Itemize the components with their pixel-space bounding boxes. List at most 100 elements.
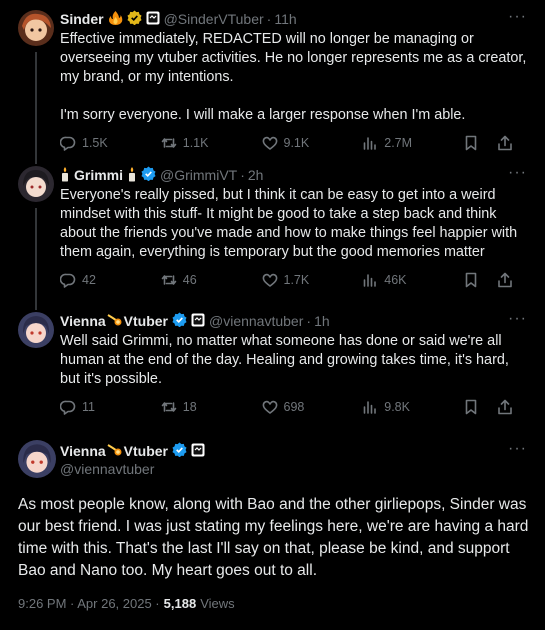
retweet-count: 46 <box>182 273 197 287</box>
tweet-meta: 9:26 PM · Apr 26, 2025 · 5,188 Views <box>18 594 531 612</box>
views-count: 9.8K <box>384 400 410 414</box>
bookmark-button[interactable] <box>463 272 479 288</box>
tweet-vienna-reply[interactable]: Vienna Vtuber @viennavtuber · 1h ··· Wel… <box>0 302 545 428</box>
reply-count: 11 <box>82 400 95 414</box>
views-icon <box>363 401 377 414</box>
tweet-header: Grimmi @GrimmiVT · 2h <box>60 166 531 184</box>
bookmark-button[interactable] <box>463 135 479 151</box>
views-button[interactable]: 46K <box>362 272 463 288</box>
bookmark-icon <box>465 135 477 151</box>
candle-icon <box>60 166 70 185</box>
timestamp[interactable]: 11h <box>274 11 296 27</box>
separator-dot: · <box>306 313 312 329</box>
like-count: 698 <box>283 400 305 414</box>
retweet-button[interactable]: 46 <box>161 272 262 288</box>
verified-icon[interactable] <box>141 166 156 184</box>
tweet-grimmi[interactable]: Grimmi @GrimmiVT · 2h ··· Everyone's rea… <box>0 156 545 310</box>
avatar[interactable] <box>18 166 54 202</box>
more-icon[interactable]: ··· <box>508 310 527 328</box>
bookmark-button[interactable] <box>463 399 479 415</box>
affiliate-badge-icon[interactable] <box>191 313 205 330</box>
timestamp[interactable]: 1h <box>314 313 330 329</box>
handle[interactable]: @SinderVTuber <box>164 11 264 27</box>
like-button[interactable]: 9.1K <box>262 135 363 151</box>
tweet-sinder[interactable]: Sinder @SinderVTuber · 11h ··· Effective… <box>0 0 545 164</box>
verified-icon[interactable] <box>172 442 187 460</box>
retweet-count: 18 <box>182 400 197 414</box>
tweet-text: As most people know, along with Bao and … <box>18 496 529 579</box>
more-icon[interactable]: ··· <box>508 440 527 458</box>
like-icon <box>262 400 277 414</box>
display-name[interactable]: Sinder <box>60 11 104 27</box>
reply-button[interactable]: 1.5K <box>60 135 161 151</box>
separator-dot: · <box>240 167 245 183</box>
share-button[interactable] <box>497 135 513 151</box>
focused-tweet-header: Vienna Vtuber @viennavtuber <box>18 436 531 486</box>
avatar[interactable] <box>18 440 56 478</box>
reply-icon <box>60 136 76 151</box>
like-icon <box>262 136 277 150</box>
retweet-button[interactable]: 18 <box>161 399 262 415</box>
like-count: 9.1K <box>283 136 310 150</box>
display-name[interactable]: Vienna <box>60 443 106 459</box>
reply-button[interactable]: 42 <box>60 272 161 288</box>
bookmark-icon <box>465 272 477 288</box>
display-name-row: Vienna Vtuber <box>60 442 531 460</box>
like-button[interactable]: 1.7K <box>262 272 363 288</box>
like-button[interactable]: 698 <box>262 399 363 415</box>
tweet-text: Effective immediately, REDACTED will no … <box>60 31 527 123</box>
retweet-count: 1.1K <box>182 136 209 150</box>
handle[interactable]: @viennavtuber <box>209 313 303 329</box>
reply-count: 42 <box>82 273 96 287</box>
retweet-icon <box>161 275 177 285</box>
reply-icon <box>60 400 76 415</box>
thread-line <box>35 208 37 310</box>
like-count: 1.7K <box>283 273 310 287</box>
share-icon <box>498 135 512 151</box>
share-icon <box>498 399 512 415</box>
share-icon <box>498 272 512 288</box>
tweet-text: Everyone's really pissed, but I think it… <box>60 187 518 260</box>
views-button[interactable]: 9.8K <box>362 399 463 415</box>
views-count: 46K <box>384 273 407 287</box>
avatar[interactable] <box>18 312 54 348</box>
action-bar: 11 18 698 9.8K <box>60 389 531 425</box>
reply-icon <box>60 273 76 288</box>
verified-icon[interactable] <box>172 312 187 330</box>
comet-icon <box>107 442 123 461</box>
action-bar: 42 46 1.7K 46K <box>60 262 531 298</box>
share-button[interactable] <box>497 272 513 288</box>
display-name-suffix[interactable]: Vtuber <box>124 313 168 329</box>
reply-button[interactable]: 11 <box>60 399 161 415</box>
affiliate-badge-icon[interactable] <box>191 443 205 460</box>
comet-icon <box>107 312 123 331</box>
retweet-button[interactable]: 1.1K <box>161 135 262 151</box>
more-icon[interactable]: ··· <box>508 8 527 26</box>
views-icon <box>363 137 377 150</box>
focused-tweet: Vienna Vtuber @viennavtuber ··· As most … <box>0 428 545 612</box>
display-name-suffix[interactable]: Vtuber <box>124 443 168 459</box>
fire-icon <box>108 10 123 29</box>
tweet-text: Well said Grimmi, no matter what someone… <box>60 333 509 387</box>
views-button[interactable]: 2.7M <box>362 135 463 151</box>
views-icon <box>363 274 377 287</box>
bookmark-icon <box>465 399 477 415</box>
affiliate-badge-icon[interactable] <box>146 11 160 28</box>
share-button[interactable] <box>497 399 513 415</box>
reply-count: 1.5K <box>82 136 108 150</box>
verified-icon[interactable] <box>127 10 142 28</box>
tweet-header: Sinder @SinderVTuber · 11h <box>60 10 531 28</box>
more-icon[interactable]: ··· <box>508 164 527 182</box>
like-icon <box>262 273 277 287</box>
timestamp[interactable]: 2h <box>248 167 264 183</box>
handle[interactable]: @viennavtuber <box>60 460 531 478</box>
avatar[interactable] <box>18 10 54 46</box>
retweet-icon <box>161 138 177 148</box>
display-name[interactable]: Vienna <box>60 313 106 329</box>
display-name[interactable]: Grimmi <box>74 167 123 183</box>
thread-line <box>35 52 37 164</box>
views-label: Views <box>200 595 235 611</box>
post-timestamp[interactable]: 9:26 PM · Apr 26, 2025 · <box>18 596 160 611</box>
views-count: 2.7M <box>384 136 413 150</box>
handle[interactable]: @GrimmiVT <box>160 167 237 183</box>
